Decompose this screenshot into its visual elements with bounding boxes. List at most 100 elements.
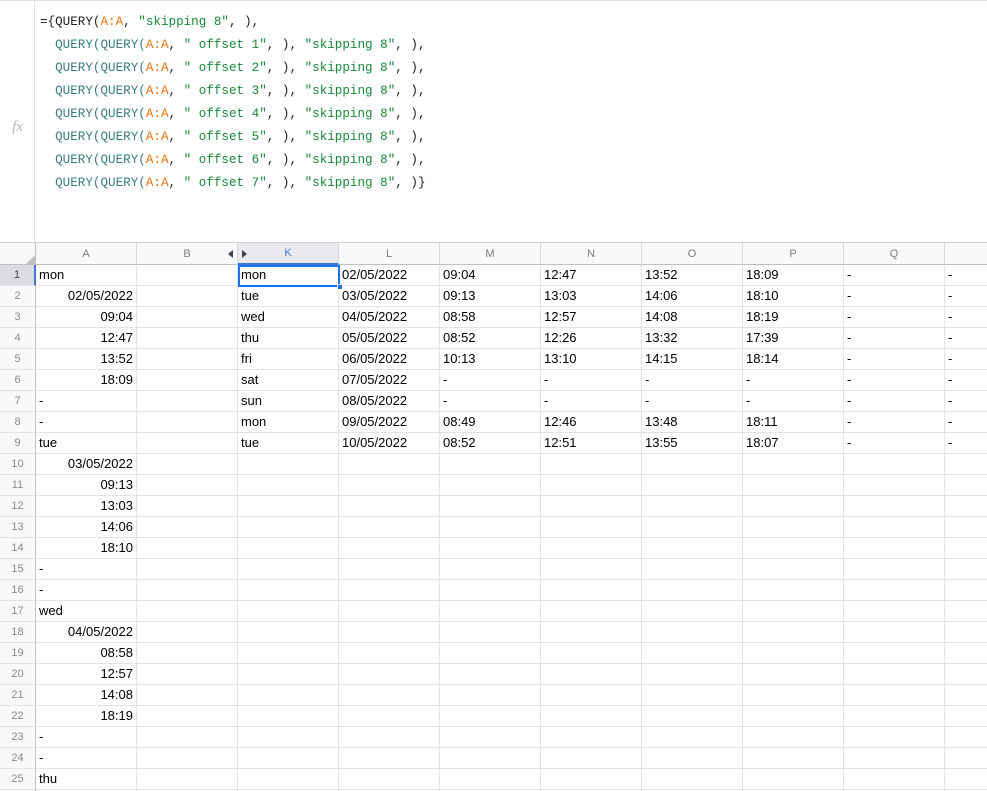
cell-N14[interactable] <box>541 538 642 559</box>
cell-L21[interactable] <box>339 685 440 706</box>
cell-A25[interactable]: thu <box>36 769 137 790</box>
cell-M14[interactable] <box>440 538 541 559</box>
cell-K6[interactable]: sat <box>238 370 339 391</box>
cell-A20[interactable]: 12:57 <box>36 664 137 685</box>
cell-O14[interactable] <box>642 538 743 559</box>
cell-A7[interactable]: - <box>36 391 137 412</box>
cell-B3[interactable] <box>137 307 238 328</box>
cell-A5[interactable]: 13:52 <box>36 349 137 370</box>
cell-A15[interactable]: - <box>36 559 137 580</box>
cell-P16[interactable] <box>743 580 844 601</box>
cell-B8[interactable] <box>137 412 238 433</box>
cell-O6[interactable]: - <box>642 370 743 391</box>
cell-R23[interactable] <box>945 727 987 748</box>
cell-B16[interactable] <box>137 580 238 601</box>
row-header-5[interactable]: 5 <box>0 349 36 370</box>
cell-P13[interactable] <box>743 517 844 538</box>
cell-P22[interactable] <box>743 706 844 727</box>
cell-A11[interactable]: 09:13 <box>36 475 137 496</box>
cell-L4[interactable]: 05/05/2022 <box>339 328 440 349</box>
cell-L14[interactable] <box>339 538 440 559</box>
row-header-6[interactable]: 6 <box>0 370 36 391</box>
cell-L22[interactable] <box>339 706 440 727</box>
cell-B13[interactable] <box>137 517 238 538</box>
cell-B6[interactable] <box>137 370 238 391</box>
cell-K13[interactable] <box>238 517 339 538</box>
cell-K1[interactable]: mon <box>238 265 339 286</box>
cell-R2[interactable]: - <box>945 286 987 307</box>
row-header-3[interactable]: 3 <box>0 307 36 328</box>
fill-handle[interactable] <box>337 284 343 290</box>
cell-P8[interactable]: 18:11 <box>743 412 844 433</box>
cell-A22[interactable]: 18:19 <box>36 706 137 727</box>
cell-Q21[interactable] <box>844 685 945 706</box>
cell-K15[interactable] <box>238 559 339 580</box>
cell-P2[interactable]: 18:10 <box>743 286 844 307</box>
cell-A23[interactable]: - <box>36 727 137 748</box>
cell-Q22[interactable] <box>844 706 945 727</box>
row-header-11[interactable]: 11 <box>0 475 36 496</box>
cell-B2[interactable] <box>137 286 238 307</box>
cell-K19[interactable] <box>238 643 339 664</box>
cell-L24[interactable] <box>339 748 440 769</box>
cell-Q16[interactable] <box>844 580 945 601</box>
cell-N1[interactable]: 12:47 <box>541 265 642 286</box>
cell-B9[interactable] <box>137 433 238 454</box>
cell-A21[interactable]: 14:08 <box>36 685 137 706</box>
row-header-14[interactable]: 14 <box>0 538 36 559</box>
cell-N8[interactable]: 12:46 <box>541 412 642 433</box>
cell-K21[interactable] <box>238 685 339 706</box>
row-header-20[interactable]: 20 <box>0 664 36 685</box>
cell-K18[interactable] <box>238 622 339 643</box>
cell-L15[interactable] <box>339 559 440 580</box>
cell-N7[interactable]: - <box>541 391 642 412</box>
cell-N9[interactable]: 12:51 <box>541 433 642 454</box>
cell-B15[interactable] <box>137 559 238 580</box>
cell-P3[interactable]: 18:19 <box>743 307 844 328</box>
cell-A1[interactable]: mon <box>36 265 137 286</box>
cell-R13[interactable] <box>945 517 987 538</box>
cell-O25[interactable] <box>642 769 743 790</box>
cell-Q9[interactable]: - <box>844 433 945 454</box>
cell-A13[interactable]: 14:06 <box>36 517 137 538</box>
cell-Q20[interactable] <box>844 664 945 685</box>
cell-P21[interactable] <box>743 685 844 706</box>
cell-O23[interactable] <box>642 727 743 748</box>
cell-N16[interactable] <box>541 580 642 601</box>
cell-O3[interactable]: 14:08 <box>642 307 743 328</box>
cell-P25[interactable] <box>743 769 844 790</box>
cell-N20[interactable] <box>541 664 642 685</box>
cell-O11[interactable] <box>642 475 743 496</box>
cell-M24[interactable] <box>440 748 541 769</box>
cell-Q4[interactable]: - <box>844 328 945 349</box>
cell-L13[interactable] <box>339 517 440 538</box>
cell-L23[interactable] <box>339 727 440 748</box>
cell-L16[interactable] <box>339 580 440 601</box>
cell-A18[interactable]: 04/05/2022 <box>36 622 137 643</box>
cell-B19[interactable] <box>137 643 238 664</box>
column-header-M[interactable]: M <box>440 243 541 265</box>
select-all-corner[interactable] <box>0 243 36 265</box>
cell-B10[interactable] <box>137 454 238 475</box>
cell-A16[interactable]: - <box>36 580 137 601</box>
cell-N22[interactable] <box>541 706 642 727</box>
cell-A6[interactable]: 18:09 <box>36 370 137 391</box>
row-header-10[interactable]: 10 <box>0 454 36 475</box>
cell-M3[interactable]: 08:58 <box>440 307 541 328</box>
cell-M11[interactable] <box>440 475 541 496</box>
cell-P15[interactable] <box>743 559 844 580</box>
cell-Q25[interactable] <box>844 769 945 790</box>
cell-L20[interactable] <box>339 664 440 685</box>
cell-B11[interactable] <box>137 475 238 496</box>
cell-L3[interactable]: 04/05/2022 <box>339 307 440 328</box>
cell-N6[interactable]: - <box>541 370 642 391</box>
cell-B23[interactable] <box>137 727 238 748</box>
cell-Q24[interactable] <box>844 748 945 769</box>
cell-L7[interactable]: 08/05/2022 <box>339 391 440 412</box>
cell-P18[interactable] <box>743 622 844 643</box>
cell-M16[interactable] <box>440 580 541 601</box>
cell-M21[interactable] <box>440 685 541 706</box>
row-header-23[interactable]: 23 <box>0 727 36 748</box>
cell-M18[interactable] <box>440 622 541 643</box>
cell-R4[interactable]: - <box>945 328 987 349</box>
